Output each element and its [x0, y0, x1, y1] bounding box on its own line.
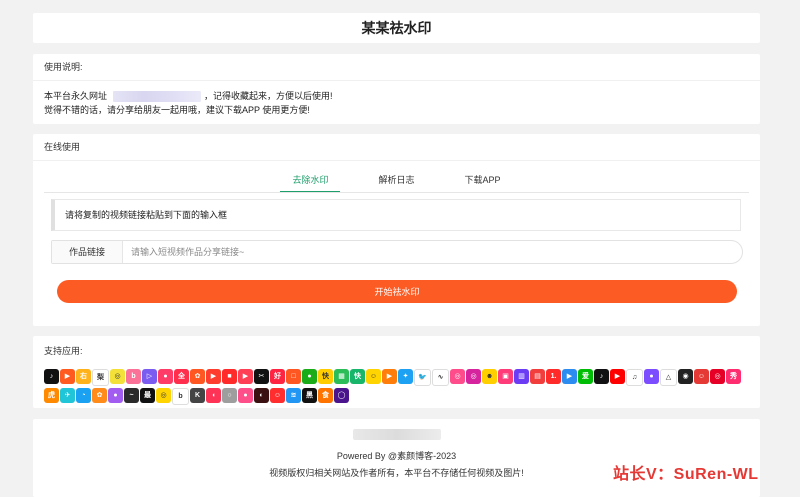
usage-line-2: 觉得不错的话，请分享给朋友一起用哦，建议下载APP 使用更方便! — [44, 105, 310, 115]
black-text-icon: 黑 — [302, 388, 317, 403]
liuliu-icon: ● — [302, 369, 317, 384]
tiger-icon: 虎 — [44, 388, 59, 403]
online-card: 在线使用 去除水印 解析日志 下载APP 请将复制的视频链接粘贴到下面的输入框 … — [33, 134, 760, 326]
ring-icon: ◯ — [334, 388, 349, 403]
green-app-icon: ▦ — [334, 369, 349, 384]
usage-card: 使用说明: 本平台永久网址 ，记得收藏起来，方便以后使用! 觉得不错的话，请分享… — [33, 54, 760, 124]
pink-label-icon: 秀 — [726, 369, 741, 384]
purple-app-icon: ▥ — [514, 369, 529, 384]
penguin-icon: ◔ — [76, 388, 91, 403]
black-circle-icon: ◉ — [678, 369, 693, 384]
footer-card: Powered By @素颜博客-2023 视频版权归相关网站及作者所有，本平台… — [33, 419, 760, 497]
supported-apps-grid: ♪ ▶ 右梨 ◎ b ▷ ● 全 ✿ ▶ ■ ▶ ✂ 好 □ ● 快 ▦ 快 ☺ ▶ ✦ 🐦 ∿ ◎ ◎ ☻ ▣ ▥ ▤ 1. ▶ 爱 ♪ ▶ ♫ ● △… — [44, 369, 754, 405]
dark-wave-icon: ~ — [124, 388, 139, 403]
capcut-icon: ✂ — [254, 369, 269, 384]
kuaishou-speed-icon: 快 — [350, 369, 365, 384]
pink-icon: ● — [238, 388, 253, 403]
twitter-icon: ✦ — [398, 369, 413, 384]
bilibili-icon: b — [126, 369, 141, 384]
support-card: 支持应用: ♪ ▶ 右梨 ◎ b ▷ ● 全 ✿ ▶ ■ ▶ ✂ 好 □ ● 快 ▦ 快 ☺ ▶ ✦ 🐦 ∿ ◎ ◎ ☻ ▣ ▥ ▤ 1. ▶… — [33, 336, 760, 408]
link-input-label: 作品链接 — [52, 241, 123, 263]
red-pill-icon: ◖ — [206, 388, 221, 403]
link-input-row: 作品链接 — [51, 240, 743, 264]
page-title: 某某祛水印 — [361, 20, 432, 36]
dark-red-icon: ◐ — [254, 388, 269, 403]
tv-icon: □ — [286, 369, 301, 384]
huoshan-icon: ✿ — [190, 369, 205, 384]
bird-icon: 🐦 — [414, 369, 431, 386]
kuaikan-icon: 快 — [318, 369, 333, 384]
haokan-icon: 好 — [270, 369, 285, 384]
wave-icon: ∿ — [432, 369, 449, 386]
kuaishou-icon: ▶ — [60, 369, 75, 384]
circle-pink-icon: ◎ — [450, 369, 465, 384]
yinfu-icon: ♫ — [626, 369, 643, 386]
lishipin-icon: 梨 — [92, 369, 109, 386]
usage-heading: 使用说明: — [33, 54, 760, 81]
one-icon: 1. — [546, 369, 561, 384]
support-heading: 支持应用: — [44, 346, 83, 356]
b-icon: b — [172, 388, 189, 405]
netease-icon: ◎ — [710, 369, 725, 384]
instagram-icon: ◎ — [466, 369, 481, 384]
tab-remove-watermark[interactable]: 去除水印 — [280, 168, 341, 193]
tab-download-app[interactable]: 下载APP — [453, 168, 513, 192]
momo-icon: ● — [158, 369, 173, 384]
zuiyou-black-icon: 最 — [140, 388, 155, 403]
face-yellow-icon: ☻ — [482, 369, 497, 384]
usage-line-1-prefix: 本平台永久网址 — [44, 91, 108, 101]
iqiyi-icon: 爱 — [578, 369, 593, 384]
blurred-url — [113, 90, 202, 102]
contact-watermark: 站长V：SuRen-WL — [613, 466, 759, 483]
orange-fox-icon: ✿ — [92, 388, 107, 403]
face-icon: ☺ — [366, 369, 381, 384]
start-remove-watermark-button[interactable]: 开始祛水印 — [57, 280, 737, 303]
blue-play-icon: ▶ — [562, 369, 577, 384]
tiktok-icon: ♪ — [594, 369, 609, 384]
youtube-icon: ▶ — [610, 369, 625, 384]
link-input[interactable] — [123, 241, 742, 263]
cyan-icon: ✈ — [60, 388, 75, 403]
video-red-icon: ■ — [222, 369, 237, 384]
triangle-icon: △ — [660, 369, 677, 386]
weishi-icon: ▶ — [238, 369, 253, 384]
usage-line-1: 本平台永久网址 ，记得收藏起来，方便以后使用! — [44, 89, 749, 103]
yellow-icon: ◎ — [156, 388, 171, 403]
weibo-icon: ◎ — [110, 369, 125, 384]
blue-wave-icon: ≋ — [286, 388, 301, 403]
online-heading: 在线使用 — [33, 134, 760, 161]
chat-purple-icon: ● — [644, 369, 659, 384]
douyin-icon: ♪ — [44, 369, 59, 384]
red-face-icon: ☺ — [694, 369, 709, 384]
play-orange-icon: ▶ — [382, 369, 397, 384]
red-tv-icon: ▤ — [530, 369, 545, 384]
miaopai-icon: ▷ — [142, 369, 157, 384]
k-icon: K — [190, 388, 205, 403]
usage-body: 本平台永久网址 ，记得收藏起来，方便以后使用! 觉得不错的话，请分享给朋友一起用… — [33, 81, 760, 117]
grey-icon: ○ — [222, 388, 237, 403]
tip-box: 请将复制的视频链接粘贴到下面的输入框 — [51, 199, 741, 231]
blurred-logo — [352, 429, 441, 440]
purple-icon: ● — [108, 388, 123, 403]
quanmin-icon: 全 — [174, 369, 189, 384]
tab-bar: 去除水印 解析日志 下载APP — [33, 168, 760, 193]
tab-divider — [44, 192, 749, 193]
xigua-icon: ▶ — [206, 369, 221, 384]
tab-parse-log[interactable]: 解析日志 — [366, 168, 426, 192]
title-card: 某某祛水印 — [33, 13, 760, 43]
red-smile-icon: ☺ — [270, 388, 285, 403]
usage-line-1-suffix: ，记得收藏起来，方便以后使用! — [204, 91, 333, 101]
pink-box-icon: ▣ — [498, 369, 513, 384]
food-icon: 食 — [318, 388, 333, 403]
zuiyou-icon: 右 — [76, 369, 91, 384]
